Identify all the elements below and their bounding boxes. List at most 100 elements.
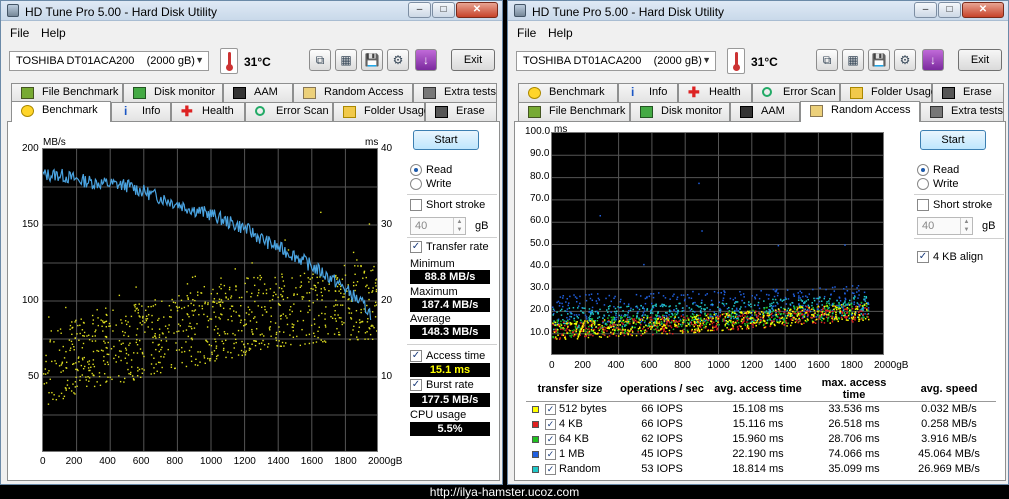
title-bar[interactable]: HD Tune Pro 5.00 - Hard Disk Utility – □… [508, 1, 1008, 21]
random-access-point [699, 305, 702, 308]
access-time-point [75, 376, 77, 378]
row-checkbox[interactable]: ✓ [545, 433, 556, 445]
download-arrow-button[interactable]: ↓ [415, 49, 437, 71]
start-button[interactable]: Start [413, 130, 479, 150]
random-access-point [847, 314, 850, 317]
random-access-point [821, 309, 824, 311]
tab-erase[interactable]: Erase [932, 83, 1004, 102]
close-button[interactable]: ✕ [456, 2, 498, 18]
access-time-point [338, 334, 340, 336]
tab-random-access[interactable]: Random Access [800, 101, 920, 122]
options-button[interactable]: ⚙ [387, 49, 409, 71]
copy-screenshot-button[interactable]: ▦ [842, 49, 864, 71]
tab-error-scan[interactable]: Error Scan [752, 83, 840, 102]
tab-health[interactable]: ✚ Health [171, 102, 245, 121]
random-access-point [737, 329, 739, 331]
access-time-point [284, 239, 286, 241]
close-button[interactable]: ✕ [962, 2, 1004, 18]
tab-random-access[interactable]: Random Access [293, 83, 413, 102]
tab-disk-monitor[interactable]: Disk monitor [630, 102, 730, 121]
access-time-point [174, 367, 176, 369]
read-radio[interactable]: Read [917, 164, 959, 178]
tab-aam[interactable]: AAM [223, 83, 293, 102]
menu-help[interactable]: Help [41, 26, 66, 40]
row-checkbox[interactable]: ✓ [545, 448, 556, 460]
random-access-point [851, 285, 854, 287]
tab-file-benchmark[interactable]: File Benchmark [518, 102, 630, 121]
kb-align-checkbox[interactable]: ✓ 4 KB align [917, 251, 983, 265]
row-name-cell[interactable]: ✓ Random [526, 462, 614, 477]
short-stroke-input[interactable]: 40 ▲ ▼ [410, 217, 466, 235]
tab-info[interactable]: i Info [618, 83, 678, 102]
tab-extra-tests[interactable]: Extra tests [413, 83, 497, 102]
short-stroke-checkbox[interactable]: Short stroke [410, 199, 485, 213]
save-button[interactable]: 💾 [361, 49, 383, 71]
access-time-point [70, 340, 73, 343]
title-bar[interactable]: HD Tune Pro 5.00 - Hard Disk Utility – □… [1, 1, 502, 21]
write-radio[interactable]: Write [410, 178, 451, 192]
row-checkbox[interactable]: ✓ [545, 463, 556, 475]
tab-info[interactable]: i Info [111, 102, 171, 121]
row-checkbox[interactable]: ✓ [545, 403, 556, 415]
access-time-point [254, 316, 256, 318]
download-arrow-button[interactable]: ↓ [922, 49, 944, 71]
save-button[interactable]: 💾 [868, 49, 890, 71]
minimize-button[interactable]: – [408, 2, 431, 18]
maximize-button[interactable]: □ [432, 2, 455, 18]
access-time-point [305, 334, 308, 336]
random-access-point [601, 330, 603, 333]
random-access-point [763, 308, 766, 310]
row-name-cell[interactable]: ✓ 64 KB [526, 432, 614, 447]
row-name-cell[interactable]: ✓ 4 KB [526, 417, 614, 432]
exit-button[interactable]: Exit [958, 49, 1002, 71]
random-access-point [661, 317, 664, 320]
tab-extra-tests[interactable]: Extra tests [920, 102, 1004, 121]
burst-rate-checkbox[interactable]: ✓ Burst rate [410, 379, 474, 393]
menu-file[interactable]: File [517, 26, 536, 40]
read-radio[interactable]: Read [410, 164, 452, 178]
row-name-cell[interactable]: ✓ 1 MB [526, 447, 614, 462]
random-access-point [816, 313, 819, 316]
random-access-point [765, 322, 768, 324]
access-time-point [130, 359, 133, 361]
drive-select[interactable]: TOSHIBA DT01ACA200 (2000 gB) ▼ [9, 51, 209, 71]
tab-folder-usage[interactable]: Folder Usage [333, 102, 430, 121]
write-radio[interactable]: Write [917, 178, 958, 192]
copy-screenshot-button[interactable]: ▦ [335, 49, 357, 71]
tab-benchmark[interactable]: Benchmark [518, 83, 618, 102]
random-access-point [566, 316, 568, 319]
menu-file[interactable]: File [10, 26, 29, 40]
access-time-checkbox[interactable]: ✓ Access time [410, 350, 485, 364]
copy-info-button[interactable]: ⧉ [816, 49, 838, 71]
random-access-point [613, 321, 616, 324]
random-access-point [866, 309, 868, 311]
minimize-button[interactable]: – [914, 2, 937, 18]
tab-disk-monitor[interactable]: Disk monitor [123, 83, 223, 102]
tab-file-benchmark[interactable]: File Benchmark [11, 83, 123, 102]
tab-aam[interactable]: AAM [730, 102, 800, 121]
short-stroke-input[interactable]: 40 ▲ ▼ [917, 217, 973, 235]
short-stroke-checkbox[interactable]: Short stroke [917, 199, 992, 213]
random-access-point [554, 324, 556, 326]
random-access-point [861, 305, 864, 307]
random-access-point [727, 314, 730, 317]
maximize-button[interactable]: □ [938, 2, 961, 18]
transfer-rate-checkbox[interactable]: ✓ Transfer rate [410, 241, 489, 255]
random-access-point [627, 319, 630, 321]
options-button[interactable]: ⚙ [894, 49, 916, 71]
tab-erase[interactable]: Erase [425, 102, 497, 121]
start-button[interactable]: Start [920, 130, 986, 150]
tab-health[interactable]: ✚ Health [678, 83, 752, 102]
access-time-point [112, 330, 114, 332]
access-time-point [73, 362, 75, 365]
random-access-point [836, 318, 838, 321]
exit-button[interactable]: Exit [451, 49, 495, 71]
row-name-cell[interactable]: ✓ 512 bytes [526, 402, 614, 417]
menu-help[interactable]: Help [548, 26, 573, 40]
drive-select[interactable]: TOSHIBA DT01ACA200 (2000 gB) ▼ [516, 51, 716, 71]
tab-folder-usage[interactable]: Folder Usage [840, 83, 937, 102]
tab-error-scan[interactable]: Error Scan [245, 102, 333, 121]
tab-benchmark[interactable]: Benchmark [11, 101, 111, 122]
copy-info-button[interactable]: ⧉ [309, 49, 331, 71]
row-checkbox[interactable]: ✓ [545, 418, 556, 430]
